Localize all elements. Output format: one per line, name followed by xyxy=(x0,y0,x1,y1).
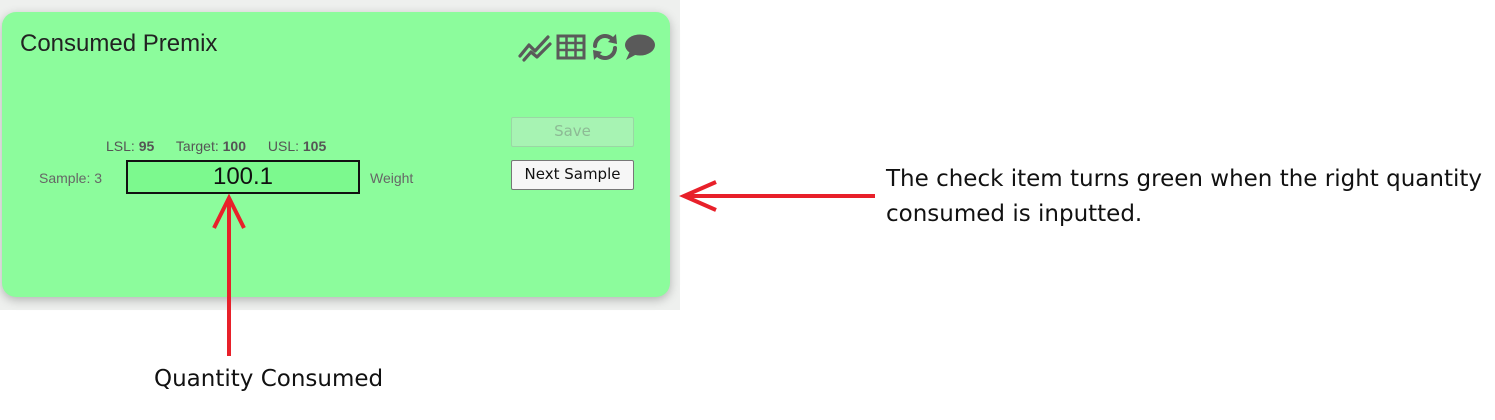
right-annotation-arrow xyxy=(679,180,875,212)
bottom-annotation-text: Quantity Consumed xyxy=(154,366,384,392)
bottom-annotation-arrow xyxy=(212,193,246,356)
right-annotation-text: The check item turns green when the righ… xyxy=(886,166,1482,227)
